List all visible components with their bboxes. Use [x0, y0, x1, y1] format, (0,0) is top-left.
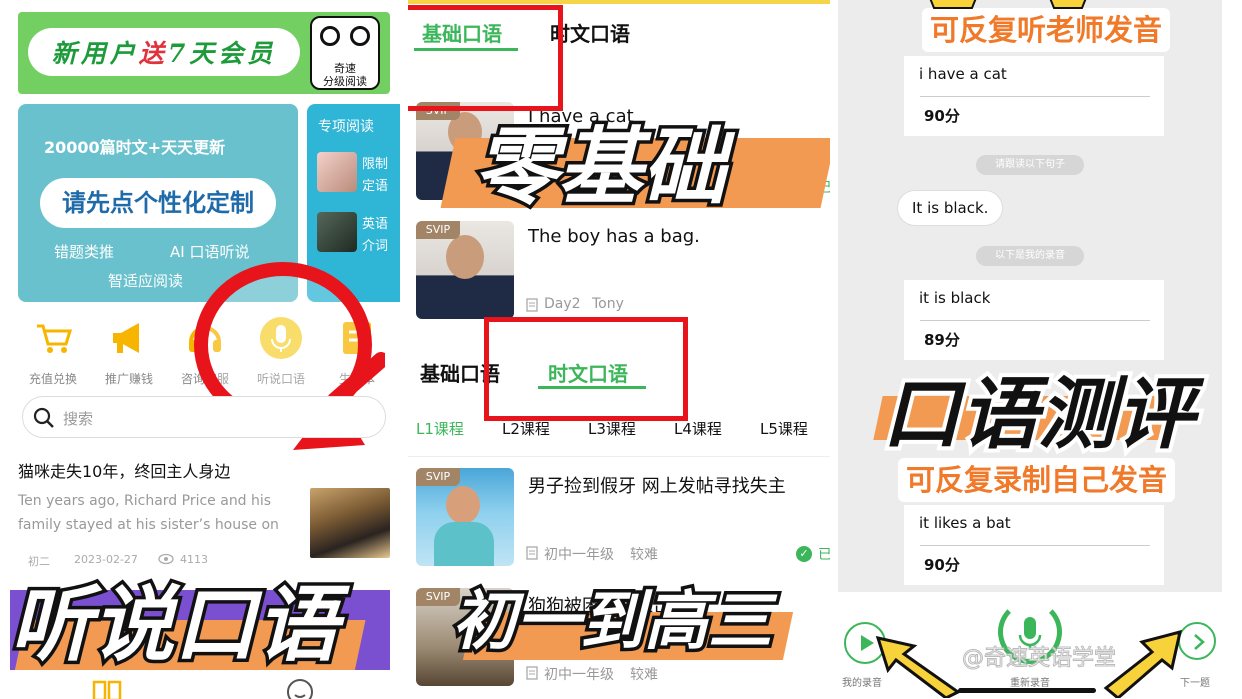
- card-divider: [920, 96, 1150, 97]
- top-accent: [408, 0, 830, 4]
- svip-badge: SVIP: [416, 468, 460, 486]
- promo-banner[interactable]: 新用户送 7天会员 奇速 分级阅读: [18, 12, 390, 94]
- lesson-title[interactable]: The boy has a bag.: [528, 226, 700, 247]
- score-value: 90分: [924, 556, 960, 574]
- home-panel: 新用户送 7天会员 奇速 分级阅读 20000篇时文+天天更新 请先点个性化定制 …: [0, 0, 400, 699]
- card-divider: [920, 320, 1150, 321]
- lesson-difficulty: 较难: [630, 547, 658, 563]
- topic-thumb-1: [317, 152, 357, 192]
- caption-speaking: 听说口语: [7, 575, 342, 677]
- highlight-box-basic: [408, 5, 563, 111]
- caption-grades: 初一到高三: [449, 582, 776, 663]
- caption-repeat-teacher: 可反复听老师发音: [922, 8, 1171, 52]
- news-excerpt: Ten years ago, Richard Price and his fam…: [18, 493, 279, 533]
- profile-tab-icon[interactable]: [286, 678, 314, 699]
- re-record-label: 重新录音: [1010, 678, 1050, 689]
- lesson-title[interactable]: 男子捡到假牙 网上发帖寻找失主: [528, 472, 786, 498]
- divider: [408, 456, 830, 457]
- check-icon: ✓: [796, 546, 812, 562]
- sentence-text: it is black: [919, 289, 991, 307]
- megaphone-icon: [113, 323, 139, 353]
- home-indicator: [958, 688, 1096, 693]
- owl-logo: 奇速 分级阅读: [310, 16, 380, 90]
- cart-icon: [37, 324, 73, 353]
- level-tab-l5[interactable]: L5课程: [760, 418, 808, 439]
- search-icon: [33, 407, 54, 428]
- personalize-button[interactable]: 请先点个性化定制: [40, 178, 276, 228]
- personalize-title: 20000篇时文+天天更新: [44, 138, 226, 157]
- promo-text: 新用户送 7天会员: [28, 28, 300, 76]
- lesson-grade: 初中一年级: [544, 667, 614, 683]
- sentence-text: i have a cat: [919, 65, 1007, 83]
- next-question-label: 下一题: [1180, 678, 1210, 689]
- arrow-icon: [1049, 0, 1087, 9]
- topic-item-1[interactable]: 限制 定语: [362, 154, 388, 198]
- lesson-image[interactable]: SVIP: [416, 221, 514, 319]
- search-input[interactable]: 搜索: [63, 408, 93, 429]
- level-tab-l3[interactable]: L3课程: [588, 418, 636, 439]
- doc-icon: [526, 666, 538, 680]
- lesson-teacher: Tony: [592, 296, 624, 312]
- teacher-bubble[interactable]: It is black.: [897, 190, 1004, 226]
- sentence-text: it likes a bat: [919, 514, 1011, 532]
- topic-thumb-2: [317, 212, 357, 252]
- system-message: 请跟读以下句子: [976, 155, 1084, 175]
- level-tab-l4[interactable]: L4课程: [674, 418, 722, 439]
- svip-badge: SVIP: [416, 221, 460, 239]
- arrow-icon: [929, 0, 977, 9]
- topic-title: 专项阅读: [318, 119, 374, 135]
- promote-button[interactable]: 推广赚钱: [94, 316, 164, 387]
- watermark: @奇速英语学堂: [961, 646, 1117, 672]
- highlight-box-news: [484, 317, 688, 421]
- link-adaptive-reading[interactable]: 智适应阅读: [108, 270, 183, 291]
- recharge-button[interactable]: 充值兑换: [18, 316, 88, 387]
- card-divider: [920, 545, 1150, 546]
- doc-icon: [526, 298, 538, 312]
- lesson-grade: 初中一年级: [544, 547, 614, 563]
- caption-speaking-eval: 口语测评: [878, 366, 1198, 464]
- system-message: 以下是我的录音: [976, 246, 1084, 266]
- level-tab-l1[interactable]: L1课程: [416, 418, 464, 439]
- course-panel: 基础口语 时文口语 SVIP I have a cat ✓ 已 零基础 SVIP…: [408, 0, 830, 699]
- book-tab-icon[interactable]: [92, 678, 122, 699]
- search-bar[interactable]: 搜索: [22, 396, 386, 438]
- score-value: 90分: [924, 107, 960, 125]
- score-card: it likes a bat 90分: [904, 505, 1164, 585]
- news-title[interactable]: 猫咪走失10年，终回主人身边: [18, 458, 230, 482]
- lesson-day: Day2: [544, 296, 581, 312]
- tab-bar: [0, 670, 400, 699]
- evaluation-panel: 可反复听老师发音 i have a cat 90分 请跟读以下句子 It is …: [838, 0, 1222, 699]
- lesson-image[interactable]: SVIP: [416, 468, 514, 566]
- chevron-right-icon: [1194, 634, 1205, 650]
- caption-zero-basis: 零基础: [470, 115, 729, 220]
- caption-repeat-self: 可反复录制自己发音: [898, 458, 1176, 502]
- score-value: 89分: [924, 331, 960, 349]
- lesson-difficulty: 较难: [630, 667, 658, 683]
- doc-icon: [526, 546, 538, 560]
- score-card: i have a cat 90分: [904, 56, 1164, 136]
- level-tab-l2[interactable]: L2课程: [502, 418, 550, 439]
- status-label: 已: [818, 547, 830, 563]
- news-thumbnail[interactable]: [310, 488, 390, 558]
- score-card: it is black 89分: [904, 280, 1164, 360]
- arrow-icon: [875, 635, 961, 698]
- link-wrong-questions[interactable]: 错题类推: [54, 241, 114, 262]
